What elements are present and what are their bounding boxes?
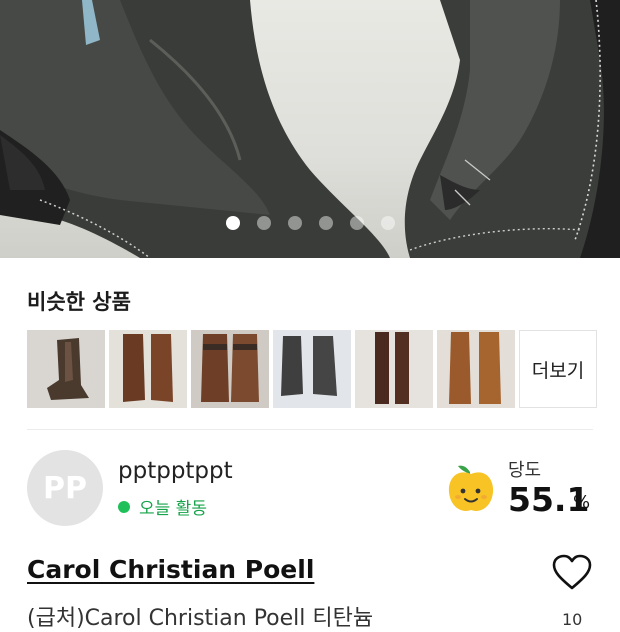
online-dot-icon: [118, 500, 130, 513]
similar-product-thumb[interactable]: [355, 330, 433, 408]
similar-products-title: 비슷한 상품: [27, 290, 131, 314]
carousel-dot[interactable]: [380, 216, 395, 230]
carousel-dot[interactable]: [256, 216, 271, 230]
similar-products-list: 더보기: [27, 330, 597, 408]
similar-product-thumb[interactable]: [109, 330, 187, 408]
brand-link[interactable]: Carol Christian Poell: [27, 555, 314, 584]
product-title: (급처)Carol Christian Poell 티탄늄: [27, 606, 374, 631]
carousel-dot[interactable]: [287, 216, 302, 230]
sweetness-unit: %: [573, 492, 591, 513]
carousel-dot-active[interactable]: [225, 216, 240, 230]
heart-like-icon[interactable]: [552, 554, 592, 592]
product-image-carousel[interactable]: [0, 0, 620, 258]
seller-name[interactable]: pptpptppt: [118, 458, 233, 484]
divider: [27, 429, 593, 430]
see-more-button[interactable]: 더보기: [519, 330, 597, 408]
activity-label: 오늘 활동: [139, 499, 207, 519]
similar-product-thumb[interactable]: [273, 330, 351, 408]
seller-activity-status: 오늘 활동: [118, 494, 207, 519]
carousel-indicator: [0, 216, 620, 230]
similar-product-thumb[interactable]: [437, 330, 515, 408]
sweetness-label: 당도: [508, 460, 542, 481]
seller-avatar[interactable]: PP: [27, 450, 103, 526]
apple-sweetness-icon: [448, 465, 494, 511]
similar-product-thumb[interactable]: [191, 330, 269, 408]
carousel-dot[interactable]: [318, 216, 333, 230]
carousel-dot[interactable]: [349, 216, 364, 230]
similar-product-thumb[interactable]: [27, 330, 105, 408]
